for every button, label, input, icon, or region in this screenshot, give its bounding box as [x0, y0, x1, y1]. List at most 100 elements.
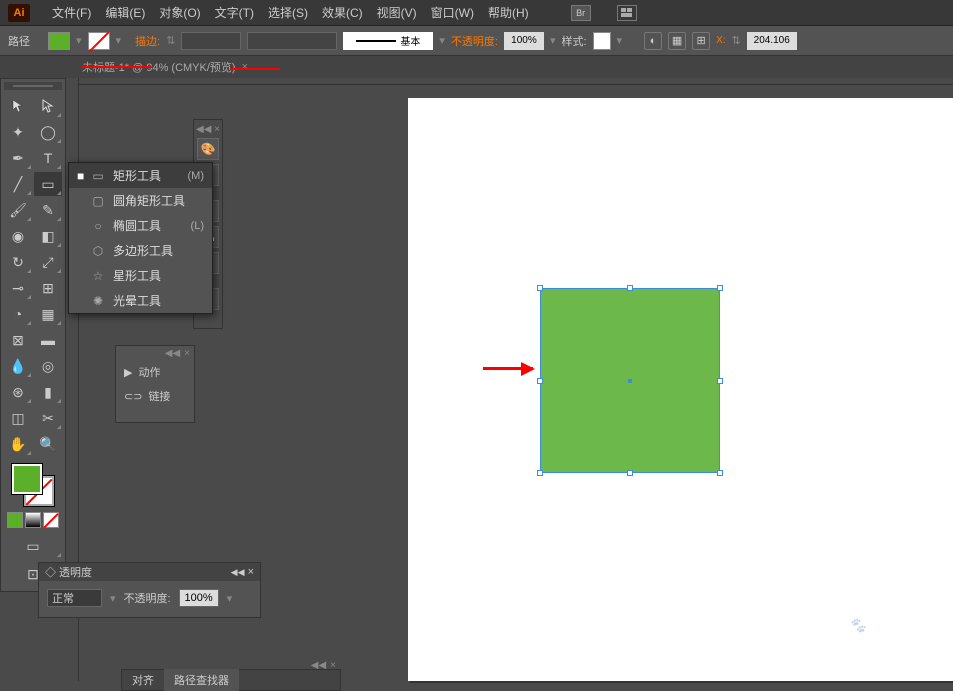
magic-wand-tool[interactable]: ✦	[4, 120, 32, 144]
symbol-sprayer-tool[interactable]: ⊛	[4, 380, 32, 404]
transform-panel-icon[interactable]: ⊞	[692, 32, 710, 50]
shape-builder-tool[interactable]: ◔	[4, 302, 32, 326]
menu-effect[interactable]: 效果(C)	[322, 4, 363, 21]
resize-handle[interactable]	[717, 285, 723, 291]
brush-definition-dropdown[interactable]: 基本	[343, 32, 433, 50]
free-transform-tool[interactable]: ⊞	[34, 276, 62, 300]
arrange-documents-icon[interactable]	[617, 5, 637, 21]
menu-file[interactable]: 文件(F)	[52, 4, 91, 21]
perspective-grid-tool[interactable]: ▦	[34, 302, 62, 326]
stroke-profile-dropdown[interactable]	[247, 32, 337, 50]
flare-tool-item[interactable]: ✺ 光晕工具	[69, 288, 212, 313]
star-tool-item[interactable]: ☆ 星形工具	[69, 263, 212, 288]
selection-tool[interactable]	[4, 94, 32, 118]
dropdown-arrow-icon[interactable]: ▾	[617, 34, 623, 47]
menu-object[interactable]: 对象(O)	[159, 4, 200, 21]
slice-tool[interactable]: ✂	[34, 406, 62, 430]
rectangle-tool-item[interactable]: ■▭ 矩形工具(M)	[69, 163, 212, 188]
links-row[interactable]: ⊂⊃链接	[116, 384, 194, 408]
pen-tool[interactable]: ✒	[4, 146, 32, 170]
dropdown-arrow-icon[interactable]: ▾	[116, 34, 122, 47]
selection-type-label: 路径	[8, 33, 30, 49]
line-segment-tool[interactable]: ╱	[4, 172, 32, 196]
menu-edit[interactable]: 编辑(E)	[105, 4, 145, 21]
rotate-tool[interactable]: ↻	[4, 250, 32, 274]
resize-handle[interactable]	[537, 285, 543, 291]
pencil-tool[interactable]: ✎	[34, 198, 62, 222]
screen-mode-button[interactable]: ▭	[4, 534, 62, 558]
bridge-button[interactable]: Br	[571, 5, 591, 21]
scale-tool[interactable]: ⤢	[34, 250, 62, 274]
column-graph-tool[interactable]: ▮	[34, 380, 62, 404]
dropdown-arrow-icon[interactable]: ▾	[227, 592, 233, 605]
color-panel-icon[interactable]: 🎨	[197, 138, 219, 160]
opacity-value[interactable]: 100%	[179, 589, 219, 607]
resize-handle[interactable]	[537, 470, 543, 476]
opacity-value[interactable]: 100%	[504, 32, 544, 50]
dropdown-arrow-icon[interactable]: ▾	[439, 34, 445, 47]
polygon-tool-item[interactable]: ⬡ 多边形工具	[69, 238, 212, 263]
blend-tool[interactable]: ◎	[34, 354, 62, 378]
close-tab-icon[interactable]: ×	[242, 61, 248, 73]
eyedropper-tool[interactable]: 💧	[4, 354, 32, 378]
lasso-tool[interactable]: ◯	[34, 120, 62, 144]
resize-handle[interactable]	[717, 470, 723, 476]
fill-stroke-selector[interactable]	[12, 464, 54, 506]
menu-text[interactable]: 文字(T)	[215, 4, 254, 21]
gradient-mode-icon[interactable]	[25, 512, 41, 528]
stroke-color-swatch[interactable]	[88, 32, 110, 50]
paintbrush-tool[interactable]: 🖌	[4, 198, 32, 222]
collapse-icon[interactable]: ◀◀	[165, 348, 180, 359]
fill-swatch[interactable]	[12, 464, 42, 494]
collapse-icon[interactable]: ◀◀	[311, 660, 326, 671]
menu-bar: Ai 文件(F) 编辑(E) 对象(O) 文字(T) 选择(S) 效果(C) 视…	[0, 0, 953, 26]
type-tool[interactable]: T	[34, 146, 62, 170]
none-mode-icon[interactable]	[43, 512, 59, 528]
resize-handle[interactable]	[717, 378, 723, 384]
fill-color-swatch[interactable]	[48, 32, 70, 50]
x-coord-value[interactable]: 204.106	[747, 32, 797, 50]
dropdown-arrow-icon[interactable]: ▾	[550, 34, 556, 47]
stepper-icon[interactable]: ⇅	[732, 34, 741, 47]
selected-rectangle-shape[interactable]	[540, 288, 720, 473]
dropdown-arrow-icon[interactable]: ▾	[110, 592, 116, 605]
eraser-tool[interactable]: ◧	[34, 224, 62, 248]
actions-row[interactable]: ▶动作	[116, 360, 194, 384]
collapse-icon[interactable]: ◀◀	[231, 567, 245, 577]
close-icon[interactable]: ×	[248, 566, 254, 578]
menu-select[interactable]: 选择(S)	[268, 4, 308, 21]
close-icon[interactable]: ×	[184, 348, 190, 359]
width-tool[interactable]: ⊸	[4, 276, 32, 300]
resize-handle[interactable]	[627, 470, 633, 476]
gradient-tool[interactable]: ▬	[34, 328, 62, 352]
align-panel-icon[interactable]: ▦	[668, 32, 686, 50]
stroke-weight-dropdown[interactable]	[181, 32, 241, 50]
toolbox-grip[interactable]	[4, 82, 62, 90]
hand-tool[interactable]: ✋	[4, 432, 32, 456]
mesh-tool[interactable]: ⊠	[4, 328, 32, 352]
blob-brush-tool[interactable]: ◉	[4, 224, 32, 248]
rounded-rectangle-tool-item[interactable]: ▢ 圆角矩形工具	[69, 188, 212, 213]
rectangle-tool[interactable]: ▭	[34, 172, 62, 196]
resize-handle[interactable]	[537, 378, 543, 384]
play-icon: ▶	[124, 366, 132, 379]
resize-handle[interactable]	[627, 285, 633, 291]
close-icon[interactable]: ×	[330, 660, 336, 671]
artboard-tool[interactable]: ◫	[4, 406, 32, 430]
recolor-icon[interactable]: ◐	[644, 32, 662, 50]
stepper-icon[interactable]: ⇅	[166, 34, 175, 47]
direct-selection-tool[interactable]	[34, 94, 62, 118]
color-mode-icon[interactable]	[7, 512, 23, 528]
panel-title[interactable]: ◇ 透明度	[45, 564, 92, 580]
menu-help[interactable]: 帮助(H)	[488, 4, 529, 21]
menu-window[interactable]: 窗口(W)	[431, 4, 474, 21]
graphic-style-swatch[interactable]	[593, 32, 611, 50]
ellipse-tool-item[interactable]: ○ 椭圆工具(L)	[69, 213, 212, 238]
pathfinder-tab[interactable]: 路径查找器	[164, 669, 239, 691]
align-tab[interactable]: 对齐	[122, 669, 164, 691]
zoom-tool[interactable]: 🔍	[34, 432, 62, 456]
menu-view[interactable]: 视图(V)	[377, 4, 417, 21]
panel-collapse-icon[interactable]: ◀◀ ×	[194, 124, 222, 134]
blend-mode-dropdown[interactable]: 正常	[47, 589, 102, 607]
dropdown-arrow-icon[interactable]: ▾	[76, 34, 82, 47]
